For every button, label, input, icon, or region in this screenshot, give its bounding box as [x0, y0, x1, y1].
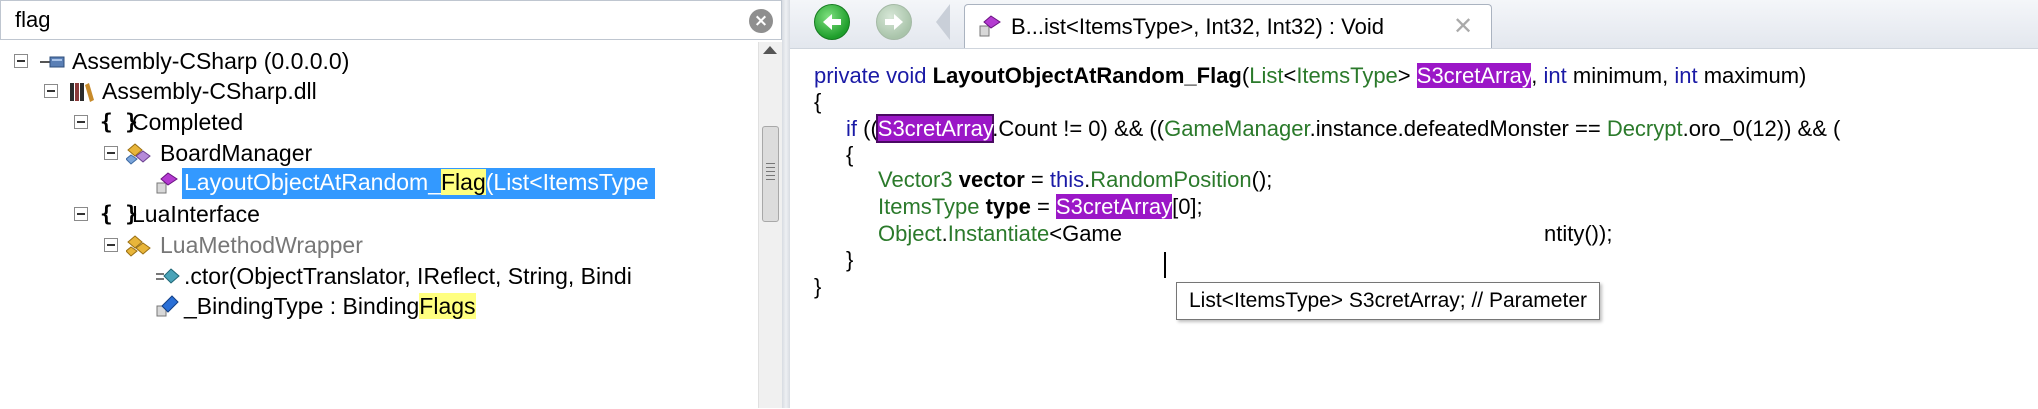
tree-item-label: Assembly-CSharp.dll [102, 78, 317, 104]
code-line: { [814, 89, 822, 114]
tree-item-label: _BindingType : BindingFlags [184, 293, 476, 319]
code-line: { [846, 142, 854, 167]
search-match-highlight: Flag [441, 169, 486, 195]
parameter-highlight: S3cretArray [1055, 194, 1173, 219]
clear-search-button[interactable]: ⨯ [749, 9, 773, 33]
tab-title: B...ist<ItemsType>, Int32, Int32) : Void [1011, 14, 1384, 39]
tree-item-label: .ctor(ObjectTranslator, IReflect, String… [184, 263, 632, 289]
tree-item-field[interactable]: _BindingType : BindingFlags [0, 287, 758, 327]
method-icon [156, 172, 178, 194]
scrollbar-thumb[interactable] [762, 126, 779, 222]
parameter-highlight: S3cretArray [877, 116, 993, 141]
tree-item-label: Assembly-CSharp (0.0.0.0) [72, 48, 350, 74]
pane-splitter[interactable] [782, 0, 790, 408]
tree-item-label: LuaMethodWrapper [160, 232, 363, 258]
code-line: if ((S3cretArray.Count != 0) && ((GameMa… [846, 116, 1841, 141]
grip-icon [766, 163, 775, 183]
collapse-toggle-icon[interactable] [104, 146, 118, 160]
code-line: } [814, 274, 822, 299]
hover-tooltip: List<ItemsType> S3cretArray; // Paramete… [1176, 282, 1600, 320]
collapse-toggle-icon[interactable] [14, 54, 28, 68]
tree-item-label: BoardManager [160, 140, 313, 166]
search-match-highlight: Flags [419, 293, 476, 319]
tab-method[interactable]: B...ist<ItemsType>, Int32, Int32) : Void… [964, 4, 1492, 48]
parameter-highlight: S3cretArray [1416, 63, 1532, 88]
decompiler-pane: B...ist<ItemsType>, Int32, Int32) : Void… [790, 0, 2038, 409]
code-line: ItemsType type = S3cretArray[0]; [878, 194, 1203, 219]
class-icon [126, 235, 151, 257]
code-line: Object.Instantiate<Game ntity()); [878, 221, 1613, 246]
collapse-toggle-icon[interactable] [74, 207, 88, 221]
tree-item-label: LuaInterface [132, 201, 260, 227]
forward-button[interactable] [876, 4, 912, 40]
scroll-up-arrow-icon[interactable] [763, 46, 777, 54]
code-view[interactable]: private void LayoutObjectAtRandom_Flag(L… [790, 48, 2038, 409]
tree-item-label: Completed [132, 109, 244, 135]
field-icon [156, 295, 179, 317]
library-icon [70, 83, 94, 102]
text-cursor [1164, 252, 1166, 278]
search-input[interactable]: flag [15, 7, 50, 33]
tab-close-icon[interactable]: ✕ [1453, 12, 1473, 40]
tab-scroll-left-icon[interactable] [936, 4, 950, 40]
method-name: LayoutObjectAtRandom_Flag [932, 63, 1242, 88]
arrow-right-icon [885, 14, 903, 30]
tab-bar: B...ist<ItemsType>, Int32, Int32) : Void… [790, 0, 2038, 49]
code-line: Vector3 vector = this.RandomPosition(); [878, 167, 1273, 192]
search-box[interactable]: flag ⨯ [0, 0, 782, 40]
collapse-toggle-icon[interactable] [74, 115, 88, 129]
code-line: } [846, 247, 854, 272]
code-line: private void LayoutObjectAtRandom_Flag(L… [814, 63, 1807, 88]
back-button[interactable] [814, 4, 850, 40]
collapse-toggle-icon[interactable] [104, 238, 118, 252]
collapse-toggle-icon[interactable] [44, 84, 58, 98]
assembly-tree: Assembly-CSharp (0.0.0.0) Assembly-CShar… [0, 42, 758, 408]
arrow-left-icon [823, 14, 841, 30]
method-icon [979, 15, 1001, 37]
tree-scrollbar[interactable] [758, 42, 783, 408]
assembly-explorer-pane: flag ⨯ Assembly-CSharp (0.0.0.0) Assembl… [0, 0, 784, 408]
